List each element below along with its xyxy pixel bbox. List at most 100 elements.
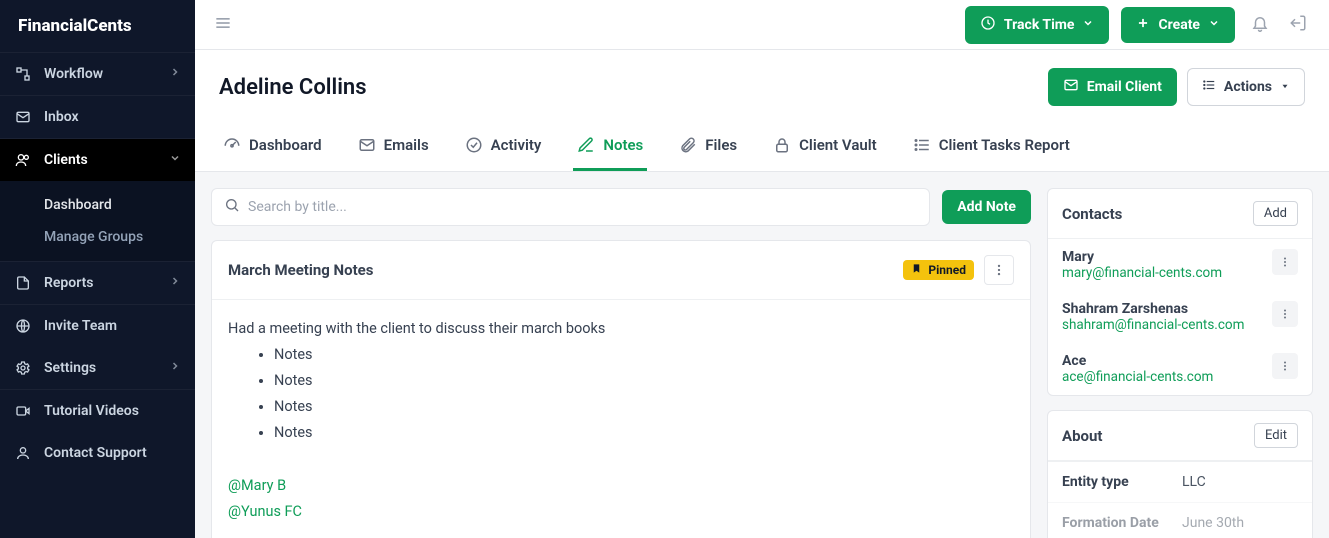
tab-label: Files [705, 136, 737, 154]
contact-email[interactable]: mary@financial-cents.com [1062, 265, 1272, 281]
contact-email[interactable]: shahram@financial-cents.com [1062, 317, 1272, 333]
mention[interactable]: @Mary B [228, 477, 286, 494]
track-time-label: Track Time [1004, 17, 1075, 33]
search-bar[interactable] [211, 188, 930, 226]
contacts-card: Contacts Add Mary mary@financial-cents.c… [1047, 188, 1313, 396]
sidebar: FinancialCents Workflow Inbox Clients [0, 0, 195, 538]
sidebar-item-workflow[interactable]: Workflow [0, 53, 195, 95]
hamburger-icon[interactable] [213, 13, 233, 37]
sidebar-item-invite-team[interactable]: Invite Team [0, 305, 195, 347]
list-icon [1202, 78, 1216, 96]
contact-menu-button[interactable] [1272, 301, 1298, 327]
tab-notes[interactable]: Notes [573, 126, 647, 171]
users-icon [14, 151, 32, 169]
email-client-button[interactable]: Email Client [1048, 68, 1177, 106]
sidebar-item-contact-support[interactable]: Contact Support [0, 432, 195, 474]
contact-email[interactable]: ace@financial-cents.com [1062, 369, 1272, 385]
about-key: Entity type [1062, 474, 1182, 490]
about-row: Entity type LLC [1048, 461, 1312, 502]
add-note-label: Add Note [957, 199, 1016, 215]
sidebar-sub-manage-groups[interactable]: Manage Groups [44, 221, 195, 253]
search-input[interactable] [248, 199, 917, 215]
kebab-icon [1279, 256, 1291, 268]
contact-row: Ace ace@financial-cents.com [1048, 343, 1312, 395]
chevron-down-icon [1082, 17, 1094, 33]
sidebar-label: Tutorial Videos [44, 403, 139, 419]
note-intro: Had a meeting with the client to discuss… [228, 316, 1014, 342]
chevron-down-icon [169, 152, 181, 168]
edit-about-button[interactable]: Edit [1254, 423, 1298, 448]
tab-label: Emails [384, 136, 429, 154]
note-bullet: Notes [274, 368, 1014, 394]
sidebar-item-inbox[interactable]: Inbox [0, 96, 195, 138]
activity-icon [465, 136, 483, 154]
chevron-down-icon [1208, 17, 1220, 33]
contact-menu-button[interactable] [1272, 249, 1298, 275]
add-contact-button[interactable]: Add [1253, 201, 1298, 226]
about-row: Formation Date June 30th [1048, 502, 1312, 538]
mail-icon [358, 136, 376, 154]
plus-icon [1136, 16, 1150, 34]
track-time-button[interactable]: Track Time [965, 6, 1110, 44]
create-label: Create [1158, 17, 1200, 33]
tab-client-tasks-report[interactable]: Client Tasks Report [909, 126, 1074, 171]
note-menu-button[interactable] [984, 255, 1014, 285]
sidebar-item-clients[interactable]: Clients [0, 139, 195, 181]
doc-icon [14, 274, 32, 292]
tab-activity[interactable]: Activity [461, 126, 546, 171]
sidebar-label: Contact Support [44, 445, 147, 461]
tab-label: Client Tasks Report [939, 136, 1070, 154]
sidebar-label: Clients [44, 152, 88, 168]
sidebar-sub-clients: Dashboard Manage Groups [0, 181, 195, 261]
tab-dashboard[interactable]: Dashboard [219, 126, 326, 171]
actions-button[interactable]: Actions [1187, 68, 1305, 106]
sidebar-label: Reports [44, 275, 94, 291]
mail-icon [14, 108, 32, 126]
video-icon [14, 402, 32, 420]
about-value: LLC [1182, 474, 1206, 490]
sidebar-sub-dashboard[interactable]: Dashboard [44, 189, 195, 221]
note-card: March Meeting Notes Pinned Had a meeting… [211, 240, 1031, 538]
logout-icon[interactable] [1285, 10, 1311, 40]
search-icon [224, 197, 240, 217]
pinned-badge: Pinned [903, 260, 974, 280]
pinned-label: Pinned [928, 263, 966, 277]
note-bullets: Notes Notes Notes Notes [228, 342, 1014, 446]
about-key: Formation Date [1062, 515, 1182, 531]
tab-emails[interactable]: Emails [354, 126, 433, 171]
note-body: Had a meeting with the client to discuss… [212, 300, 1030, 538]
sidebar-item-tutorial-videos[interactable]: Tutorial Videos [0, 390, 195, 432]
contact-row: Mary mary@financial-cents.com [1048, 239, 1312, 291]
mention[interactable]: @Yunus FC [228, 503, 302, 520]
gauge-icon [223, 136, 241, 154]
sidebar-label: Inbox [44, 109, 79, 125]
contact-name: Ace [1062, 353, 1272, 369]
contact-row: Shahram Zarshenas shahram@financial-cent… [1048, 291, 1312, 343]
chevron-right-icon [169, 275, 181, 291]
kebab-icon [992, 263, 1006, 277]
kebab-icon [1279, 360, 1291, 372]
chevron-right-icon [169, 66, 181, 82]
workflow-icon [14, 65, 32, 83]
bell-icon[interactable] [1247, 10, 1273, 40]
caret-down-icon [1280, 79, 1290, 95]
contacts-title: Contacts [1062, 205, 1122, 223]
note-bullet: Notes [274, 342, 1014, 368]
email-client-label: Email Client [1087, 79, 1162, 95]
tab-files[interactable]: Files [675, 126, 741, 171]
sidebar-item-reports[interactable]: Reports [0, 262, 195, 304]
actions-label: Actions [1224, 79, 1272, 95]
tab-label: Dashboard [249, 136, 322, 154]
note-title: March Meeting Notes [228, 261, 373, 279]
tab-client-vault[interactable]: Client Vault [769, 126, 881, 171]
sidebar-item-settings[interactable]: Settings [0, 347, 195, 389]
tab-label: Notes [603, 136, 643, 154]
list-icon [913, 136, 931, 154]
contact-menu-button[interactable] [1272, 353, 1298, 379]
note-bullet: Notes [274, 420, 1014, 446]
create-button[interactable]: Create [1121, 7, 1235, 43]
chevron-right-icon [169, 360, 181, 376]
paperclip-icon [679, 136, 697, 154]
add-note-button[interactable]: Add Note [942, 190, 1031, 224]
lock-icon [773, 136, 791, 154]
